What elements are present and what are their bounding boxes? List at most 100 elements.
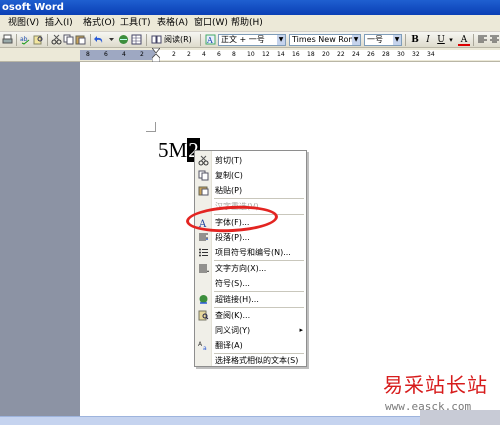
style-select-value: 正文 + 一号 <box>221 35 265 44</box>
document-text-plain: 5M <box>158 138 188 162</box>
menu-item-cut[interactable]: 剪切(T) <box>195 153 306 168</box>
cut-icon[interactable] <box>51 34 62 45</box>
menu-item-label: 查阅(K)... <box>215 311 251 320</box>
ruler-number: 32 <box>412 51 420 58</box>
menu-item-symbol[interactable]: 符号(S)... <box>195 276 306 291</box>
copy-icon <box>198 170 209 181</box>
menu-item-paragraph[interactable]: 段落(P)... <box>195 230 306 245</box>
svg-text:a: a <box>203 345 207 351</box>
ruler-number: 2 <box>140 51 144 58</box>
ruler-number: 18 <box>307 51 315 58</box>
menu-item-label: 翻译(A) <box>215 341 243 350</box>
ruler-number: 14 <box>277 51 285 58</box>
style-select[interactable]: 正文 + 一号 ▼ <box>218 34 286 46</box>
styles-pane-icon[interactable]: A <box>205 34 216 45</box>
font-select-value: Times New Roman <box>292 35 361 44</box>
menu-item-synonyms[interactable]: 同义词(Y) ▸ <box>195 323 306 338</box>
menu-item-label: 粘贴(P) <box>215 186 243 195</box>
menu-table[interactable]: 表格(A) <box>157 17 188 30</box>
lookup-icon <box>198 310 209 321</box>
title-bar: osoft Word <box>0 0 500 15</box>
italic-button[interactable]: I <box>422 34 434 46</box>
paste-icon[interactable] <box>75 34 86 45</box>
font-size-select[interactable]: 一号 ▼ <box>364 34 402 46</box>
menu-item-label: 项目符号和编号(N)... <box>215 248 291 257</box>
watermark: 易采站长站 www.easck.com <box>375 372 500 425</box>
chevron-down-icon[interactable] <box>106 34 117 45</box>
print-icon[interactable] <box>2 34 13 45</box>
submenu-arrow-icon: ▸ <box>299 326 303 334</box>
paste-icon <box>198 186 209 196</box>
read-icon[interactable] <box>151 34 162 45</box>
menu-window[interactable]: 窗口(W) <box>194 17 228 30</box>
ruler[interactable]: 8 6 4 2 2 2 4 6 8 10 12 14 16 18 20 22 2… <box>0 48 500 62</box>
paragraph-icon <box>199 233 208 241</box>
menu-item-label: 同义词(Y) <box>215 326 251 335</box>
ruler-number: 2 <box>172 51 176 58</box>
read-mode-label[interactable]: 阅读(R) <box>164 35 192 45</box>
menu-item-bullets-numbering[interactable]: 项目符号和编号(N)... <box>195 245 306 260</box>
ruler-number: 24 <box>352 51 360 58</box>
ruler-number: 28 <box>382 51 390 58</box>
watermark-title: 易采站长站 <box>383 373 488 397</box>
ruler-number: 26 <box>367 51 375 58</box>
chevron-down-icon: ▼ <box>393 35 401 45</box>
menu-help[interactable]: 帮助(H) <box>231 17 263 30</box>
menu-format[interactable]: 格式(O) <box>83 17 115 30</box>
font-size-value: 一号 <box>367 35 383 44</box>
menu-item-copy[interactable]: 复制(C) <box>195 168 306 183</box>
menu-item-hyperlink[interactable]: 超链接(H)... <box>195 292 306 307</box>
copy-icon[interactable] <box>63 34 74 45</box>
menu-item-label: 超链接(H)... <box>215 295 259 304</box>
horizontal-scrollbar[interactable] <box>0 416 420 425</box>
ruler-number: 8 <box>86 51 90 58</box>
underline-button[interactable]: U <box>435 34 447 46</box>
menu-item-select-similar[interactable]: 选择格式相似的文本(S) <box>195 353 306 368</box>
menu-item-text-direction[interactable]: 文字方向(X)... <box>195 261 306 276</box>
left-margin-area <box>0 62 80 425</box>
window-title: osoft Word <box>2 2 64 13</box>
spelling-icon[interactable]: ab <box>20 34 31 45</box>
menu-item-label: 剪切(T) <box>215 156 243 165</box>
menu-insert[interactable]: 插入(I) <box>45 17 73 30</box>
context-menu: 剪切(T) 复制(C) 粘贴(P) 汉字重选(V) A 字体(F)... 段落(… <box>194 150 307 367</box>
undo-icon[interactable] <box>94 34 105 45</box>
translate-icon: Aa <box>198 341 207 351</box>
ruler-number: 16 <box>292 51 300 58</box>
bullets-icon <box>199 248 208 257</box>
ruler-number: 6 <box>104 51 108 58</box>
chevron-down-icon[interactable]: ▾ <box>447 34 455 46</box>
menu-item-label: 选择格式相似的文本(S) <box>215 356 299 365</box>
chevron-down-icon: ▼ <box>352 35 360 45</box>
menu-item-label: 复制(C) <box>215 171 243 180</box>
indent-marker-icon[interactable] <box>152 48 160 62</box>
align-center-icon[interactable] <box>489 34 500 45</box>
research-icon[interactable] <box>33 34 44 45</box>
ruler-number: 10 <box>247 51 255 58</box>
menu-item-translate[interactable]: Aa 翻译(A) <box>195 338 306 353</box>
watermark-url: www.easck.com <box>385 400 472 413</box>
hyperlink-icon[interactable] <box>118 34 129 45</box>
align-left-icon[interactable] <box>477 34 488 45</box>
toolbar: ab 阅读(R) A 正文 + 一号 ▼ Times New Roman ▼ 一… <box>0 32 500 48</box>
ruler-number: 4 <box>122 51 126 58</box>
bold-button[interactable]: B <box>409 34 421 46</box>
menu-tools[interactable]: 工具(T) <box>120 17 151 30</box>
svg-text:A: A <box>206 36 213 45</box>
ruler-number: 22 <box>337 51 345 58</box>
hyperlink-icon <box>199 295 208 304</box>
ruler-number: 6 <box>217 51 221 58</box>
table-icon[interactable] <box>131 34 142 45</box>
menu-item-label: 文字方向(X)... <box>215 264 267 273</box>
text-direction-icon <box>199 264 209 273</box>
menu-item-lookup[interactable]: 查阅(K)... <box>195 308 306 323</box>
ruler-number: 4 <box>202 51 206 58</box>
menu-item-label: 符号(S)... <box>215 279 250 288</box>
ruler-number: 12 <box>262 51 270 58</box>
font-color-button[interactable]: A <box>458 34 470 46</box>
font-select[interactable]: Times New Roman ▼ <box>289 34 361 46</box>
menu-item-paste[interactable]: 粘贴(P) <box>195 183 306 198</box>
scissors-icon <box>198 155 209 166</box>
menu-view[interactable]: 视图(V) <box>8 17 39 30</box>
ruler-number: 2 <box>187 51 191 58</box>
